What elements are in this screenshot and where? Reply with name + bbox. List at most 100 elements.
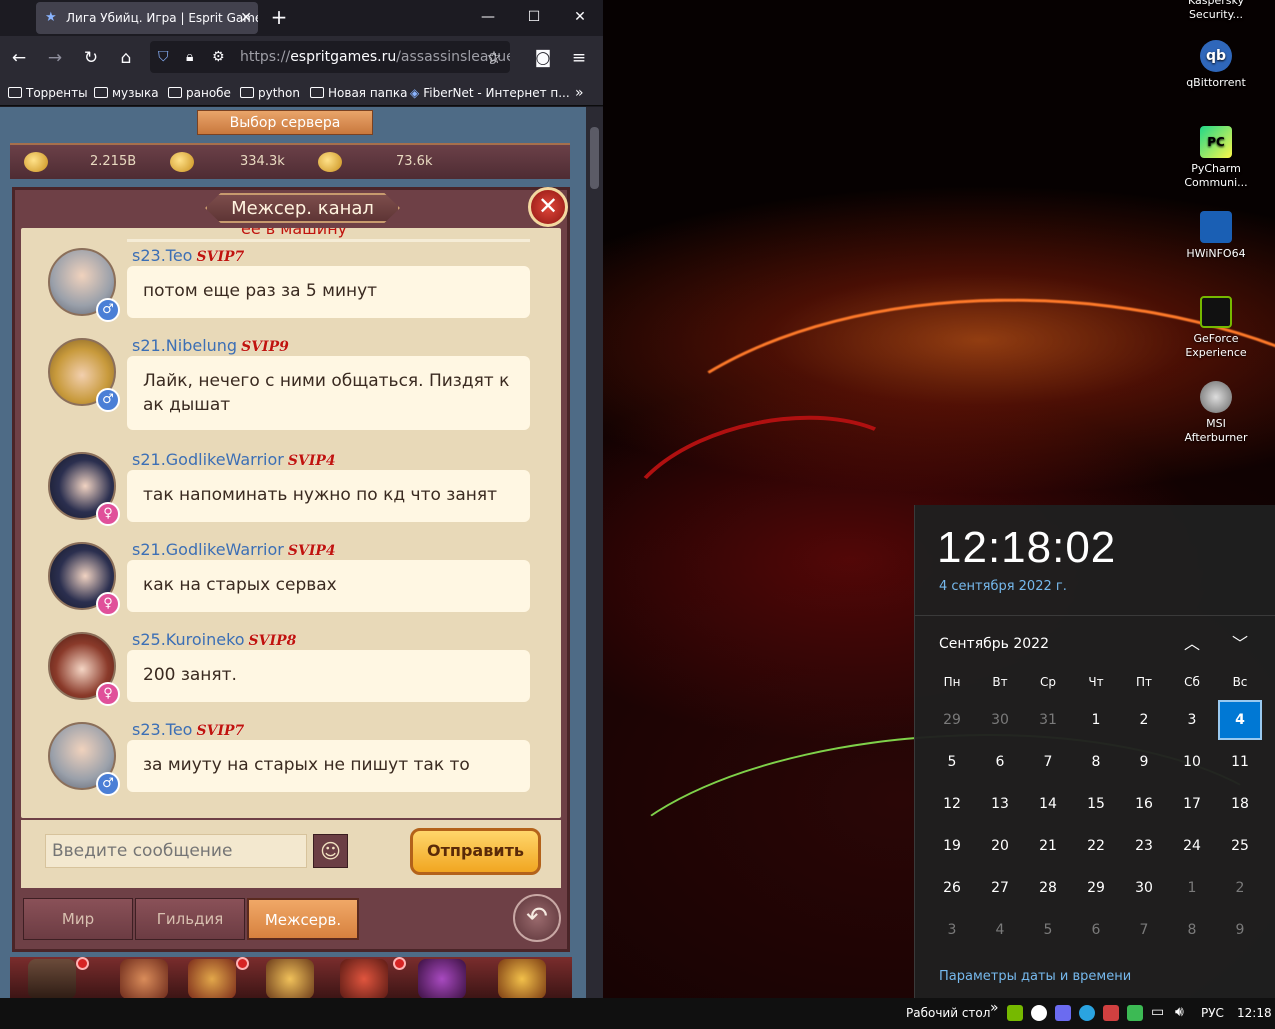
calendar-day[interactable]: 25 bbox=[1216, 825, 1264, 867]
calendar-day[interactable]: 3 bbox=[1168, 699, 1216, 741]
calendar-day[interactable]: 17 bbox=[1168, 783, 1216, 825]
shield-icon[interactable]: ⛉ bbox=[158, 41, 169, 73]
gold-coin-icon[interactable] bbox=[24, 152, 48, 172]
minimize-button[interactable]: — bbox=[465, 0, 511, 36]
calendar-day[interactable]: 18 bbox=[1216, 783, 1264, 825]
calendar-day[interactable]: 1 bbox=[1072, 699, 1120, 741]
bookmark-star-icon[interactable]: ☆ bbox=[480, 44, 508, 72]
tab-world[interactable]: Мир bbox=[23, 898, 133, 940]
pocket-icon[interactable]: ◙ bbox=[529, 44, 557, 72]
bookmark-folder-torrents[interactable]: Торренты bbox=[8, 85, 88, 101]
mask-icon[interactable] bbox=[498, 959, 546, 998]
calendar-day[interactable]: 6 bbox=[976, 741, 1024, 783]
reload-icon[interactable]: ↻ bbox=[77, 44, 105, 72]
calendar-day[interactable]: 20 bbox=[976, 825, 1024, 867]
message-username[interactable]: s21.GodlikeWarrior SVIP4 bbox=[132, 450, 336, 469]
menu-icon[interactable]: ≡ bbox=[565, 44, 593, 72]
calendar-day[interactable]: 6 bbox=[1072, 909, 1120, 951]
chevron-down-icon[interactable]: ﹀ bbox=[1225, 629, 1255, 659]
calendar-day[interactable]: 16 bbox=[1120, 783, 1168, 825]
bookmark-fibernet[interactable]: ◈ FiberNet - Интернет п... bbox=[410, 85, 570, 101]
hwinfo-tray-icon[interactable] bbox=[1055, 1005, 1071, 1021]
url-bar[interactable]: ⛉ 🔒︎ ⚙ https://espritgames.ru/assassinsl… bbox=[150, 41, 510, 73]
calendar-day[interactable]: 29 bbox=[1072, 867, 1120, 909]
calendar-day[interactable]: 30 bbox=[1120, 867, 1168, 909]
bookmark-folder-new[interactable]: Новая папка bbox=[310, 85, 407, 101]
message-username[interactable]: s23.Teo SVIP7 bbox=[132, 246, 244, 265]
calendar-day[interactable]: 5 bbox=[1024, 909, 1072, 951]
bookmark-folder-python[interactable]: python bbox=[240, 85, 300, 101]
afterburner-tray-icon[interactable] bbox=[1103, 1005, 1119, 1021]
message-username[interactable]: s21.Nibelung SVIP9 bbox=[132, 336, 289, 355]
permissions-icon[interactable]: ⚙ bbox=[212, 41, 225, 73]
calendar-day[interactable]: 19 bbox=[928, 825, 976, 867]
calendar-day[interactable]: 4 bbox=[976, 909, 1024, 951]
close-chat-button[interactable]: ✕ bbox=[528, 187, 568, 227]
calendar-day[interactable]: 8 bbox=[1072, 741, 1120, 783]
calendar-day[interactable]: 9 bbox=[1120, 741, 1168, 783]
calendar-day[interactable]: 11 bbox=[1216, 741, 1264, 783]
new-tab-button[interactable]: + bbox=[256, 0, 302, 36]
calendar-day[interactable]: 29 bbox=[928, 699, 976, 741]
calendar-day[interactable]: 5 bbox=[928, 741, 976, 783]
calendar-day[interactable]: 10 bbox=[1168, 741, 1216, 783]
page-scrollbar[interactable] bbox=[586, 107, 603, 998]
ingot-icon[interactable] bbox=[170, 152, 194, 172]
desktop-toolbar-label[interactable]: Рабочий стол bbox=[906, 1006, 990, 1020]
send-button[interactable]: Отправить bbox=[410, 828, 541, 875]
calendar-day[interactable]: 22 bbox=[1072, 825, 1120, 867]
calendar-day[interactable]: 2 bbox=[1216, 867, 1264, 909]
desktop-icon-geforce[interactable]: GeForce Experience bbox=[1180, 296, 1252, 360]
calendar-day[interactable]: 28 bbox=[1024, 867, 1072, 909]
desktop-icon-msi[interactable]: MSI Afterburner bbox=[1180, 381, 1252, 445]
lock-icon[interactable]: 🔒︎ bbox=[186, 41, 193, 73]
close-window-button[interactable]: ✕ bbox=[557, 0, 603, 36]
tab-cross-server[interactable]: Межсерв. bbox=[247, 898, 359, 940]
emoji-button[interactable]: ☺ bbox=[313, 834, 348, 868]
taskbar-clock[interactable]: 12:18 bbox=[1237, 1006, 1272, 1020]
calendar-day[interactable]: 31 bbox=[1024, 699, 1072, 741]
calendar-day[interactable]: 13 bbox=[976, 783, 1024, 825]
calendar-day-today[interactable]: 4 bbox=[1218, 700, 1262, 740]
bookmark-folder-ranobe[interactable]: ранобе bbox=[168, 85, 231, 101]
calendar-day[interactable]: 2 bbox=[1120, 699, 1168, 741]
calendar-day[interactable]: 24 bbox=[1168, 825, 1216, 867]
desktop-icon-qbittorrent[interactable]: qb qBittorrent bbox=[1180, 40, 1252, 90]
bookmarks-overflow-icon[interactable]: » bbox=[575, 85, 584, 101]
scrollbar-thumb[interactable] bbox=[590, 127, 599, 189]
calendar-day[interactable]: 14 bbox=[1024, 783, 1072, 825]
calendar-day[interactable]: 12 bbox=[928, 783, 976, 825]
calendar-day[interactable]: 8 bbox=[1168, 909, 1216, 951]
close-tab-icon[interactable]: ✕ bbox=[240, 2, 252, 34]
maximize-button[interactable]: ☐ bbox=[511, 0, 557, 36]
desktop-icon-kaspersky[interactable]: Kaspersky Security... bbox=[1180, 0, 1252, 22]
tab-guild[interactable]: Гильдия bbox=[135, 898, 245, 940]
ingot-plus-icon[interactable] bbox=[318, 152, 342, 172]
browser-tab[interactable]: ★ Лига Убийц. Игра | Esprit Games ✕ bbox=[36, 2, 258, 34]
telegram-tray-icon[interactable] bbox=[1079, 1005, 1095, 1021]
calendar-month[interactable]: Сентябрь 2022 bbox=[939, 636, 1049, 652]
warrior-icon[interactable] bbox=[188, 959, 236, 998]
clock-date[interactable]: 4 сентября 2022 г. bbox=[939, 579, 1067, 594]
calendar-day[interactable]: 7 bbox=[1024, 741, 1072, 783]
volume-icon[interactable]: 🔊︎ bbox=[1175, 1004, 1184, 1020]
calendar-day[interactable]: 9 bbox=[1216, 909, 1264, 951]
calendar-day[interactable]: 1 bbox=[1168, 867, 1216, 909]
chevron-up-icon[interactable]: ︿ bbox=[1177, 629, 1207, 659]
bookmark-folder-music[interactable]: музыка bbox=[94, 85, 159, 101]
server-select-button[interactable]: Выбор сервера bbox=[197, 110, 373, 135]
calendar-day[interactable]: 15 bbox=[1072, 783, 1120, 825]
date-time-settings-link[interactable]: Параметры даты и времени bbox=[939, 969, 1131, 984]
palace-icon[interactable] bbox=[28, 959, 76, 998]
airplane-tray-icon[interactable] bbox=[1031, 1005, 1047, 1021]
message-username[interactable]: s21.GodlikeWarrior SVIP4 bbox=[132, 540, 336, 559]
calendar-day[interactable]: 23 bbox=[1120, 825, 1168, 867]
back-arrow-button[interactable]: ↶ bbox=[513, 894, 561, 942]
shield-game-icon[interactable] bbox=[340, 959, 388, 998]
beast-icon[interactable] bbox=[418, 959, 466, 998]
desktop-icon-hwinfo[interactable]: HWiNFO64 bbox=[1180, 211, 1252, 261]
home-icon[interactable]: ⌂ bbox=[112, 44, 140, 72]
desktop-icon-pycharm[interactable]: PC PyCharm Communi... bbox=[1180, 126, 1252, 190]
calendar-day[interactable]: 30 bbox=[976, 699, 1024, 741]
message-input[interactable] bbox=[45, 834, 307, 868]
